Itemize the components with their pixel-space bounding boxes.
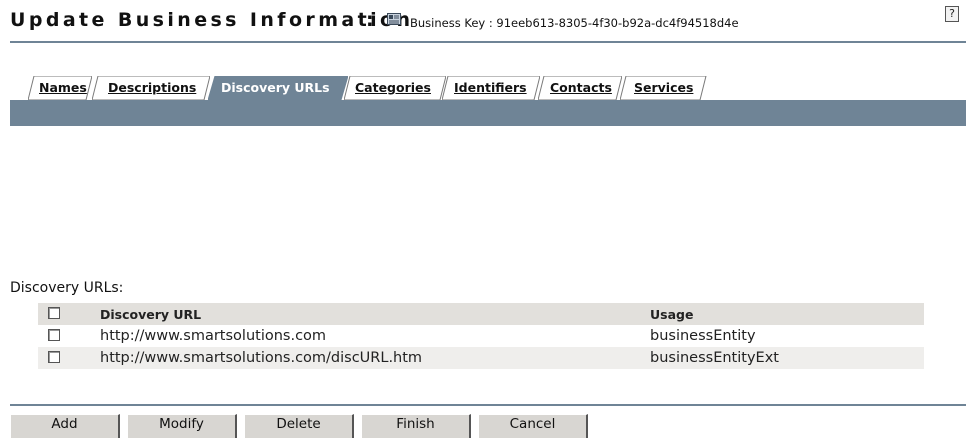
tab-discovery-urls-label: Discovery URLs	[221, 80, 330, 95]
table-header-row: Discovery URL Usage	[38, 303, 924, 325]
tab-descriptions[interactable]: Descriptions	[92, 76, 210, 100]
discovery-url-cell: http://www.smartsolutions.com/discURL.ht…	[100, 350, 423, 366]
row-checkbox[interactable]	[48, 351, 60, 363]
tab-content-bar	[10, 100, 966, 126]
footer-divider	[10, 404, 966, 406]
table-row: http://www.smartsolutions.com/discURL.ht…	[38, 347, 924, 369]
title-separator: :	[366, 9, 374, 31]
tab-categories-label: Categories	[355, 80, 431, 95]
tab-identifiers-label: Identifiers	[454, 80, 527, 95]
column-header-usage: Usage	[650, 307, 694, 322]
column-header-discovery-url: Discovery URL	[100, 307, 202, 322]
title-divider	[10, 41, 966, 43]
tab-discovery-urls[interactable]: Discovery URLs	[208, 76, 348, 100]
discovery-url-cell: http://www.smartsolutions.com	[100, 328, 327, 344]
add-button[interactable]: Add	[10, 414, 120, 438]
tab-services[interactable]: Services	[620, 76, 712, 100]
finish-button[interactable]: Finish	[361, 414, 471, 438]
discovery-urls-section-label: Discovery URLs:	[10, 280, 124, 296]
title-row: Update Business Information : Business K…	[10, 9, 960, 35]
business-card-icon	[387, 13, 401, 25]
tab-identifiers[interactable]: Identifiers	[442, 76, 540, 100]
tab-contacts-label: Contacts	[550, 80, 612, 95]
select-all-checkbox[interactable]	[48, 307, 60, 319]
tab-names-label: Names	[39, 80, 87, 95]
discovery-urls-table: Discovery URL Usage http://www.smartsolu…	[38, 303, 924, 369]
tab-contacts[interactable]: Contacts	[538, 76, 622, 100]
tab-categories[interactable]: Categories	[344, 76, 446, 100]
usage-cell: businessEntity	[650, 328, 756, 344]
delete-button[interactable]: Delete	[244, 414, 354, 438]
modify-button[interactable]: Modify	[127, 414, 237, 438]
tab-names[interactable]: Names	[28, 76, 92, 100]
business-key: Business Key : 91eeb613-8305-4f30-b92a-d…	[410, 16, 739, 30]
row-checkbox[interactable]	[48, 329, 60, 341]
help-icon[interactable]: ?	[945, 6, 959, 22]
usage-cell: businessEntityExt	[650, 350, 779, 366]
tab-descriptions-label: Descriptions	[108, 80, 197, 95]
page-title: Update Business Information	[10, 9, 414, 31]
tab-services-label: Services	[634, 80, 694, 95]
cancel-button[interactable]: Cancel	[478, 414, 588, 438]
table-row: http://www.smartsolutions.com businessEn…	[38, 325, 924, 347]
